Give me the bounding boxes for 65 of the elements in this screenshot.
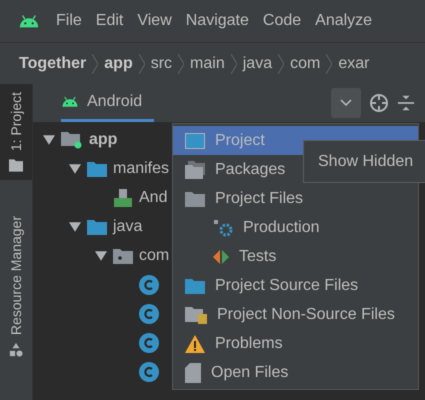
expanded-arrow-icon[interactable] bbox=[95, 250, 107, 262]
tree-item-label[interactable]: And bbox=[139, 186, 168, 210]
chevron-icon bbox=[138, 54, 145, 74]
folder-icon bbox=[9, 159, 23, 172]
tree-item-label[interactable]: com bbox=[139, 244, 170, 268]
shapes-icon bbox=[9, 343, 23, 358]
warning-icon bbox=[185, 334, 205, 352]
view-menu-item[interactable]: Production bbox=[173, 213, 418, 242]
chevron-icon bbox=[230, 54, 237, 74]
menu-item[interactable]: View bbox=[137, 9, 172, 33]
window-icon bbox=[185, 132, 205, 148]
folder-document-icon bbox=[185, 306, 207, 324]
chevron-icon bbox=[178, 54, 184, 74]
gear-icon bbox=[213, 218, 233, 236]
breadcrumb-item[interactable]: com bbox=[290, 52, 320, 76]
menu-item[interactable]: Edit bbox=[96, 9, 124, 33]
menu-item[interactable]: File bbox=[56, 9, 82, 33]
tooltip: Show Hidden bbox=[303, 140, 425, 183]
module-folder-icon bbox=[61, 130, 83, 148]
tree-item-label[interactable]: java bbox=[113, 214, 142, 238]
collapse-all-icon[interactable] bbox=[397, 94, 415, 112]
view-menu-item[interactable]: Project Source Files bbox=[173, 271, 418, 300]
menu-item[interactable]: Navigate bbox=[186, 9, 249, 33]
test-arrows-icon bbox=[213, 250, 229, 264]
android-icon bbox=[61, 96, 79, 107]
view-menu-item[interactable]: Problems bbox=[173, 329, 418, 358]
chevron-icon bbox=[278, 54, 284, 74]
class-icon bbox=[139, 332, 159, 352]
folders-icon bbox=[185, 160, 205, 178]
chevron-icon bbox=[92, 54, 98, 74]
expanded-arrow-icon[interactable] bbox=[43, 134, 55, 146]
chevron-down-icon bbox=[340, 99, 352, 107]
android-icon bbox=[18, 14, 40, 28]
class-icon bbox=[139, 304, 159, 324]
document-icon bbox=[185, 362, 201, 382]
folder-icon bbox=[185, 278, 205, 294]
breadcrumb-item[interactable]: src bbox=[150, 52, 172, 76]
expanded-arrow-icon[interactable] bbox=[69, 220, 81, 232]
tree-item-label[interactable]: manifes bbox=[113, 156, 170, 180]
menu-item[interactable]: Code bbox=[262, 9, 302, 33]
view-menu-item[interactable]: Tests bbox=[173, 242, 418, 271]
menu-item[interactable]: Analyze bbox=[315, 9, 372, 33]
dropdown-button[interactable] bbox=[331, 88, 361, 118]
breadcrumb-item[interactable]: exar bbox=[338, 52, 370, 76]
side-tab[interactable]: Resource Manager bbox=[0, 208, 32, 366]
crosshair-icon[interactable] bbox=[369, 93, 389, 113]
folder-icon bbox=[87, 160, 107, 176]
tree-item-label[interactable]: app bbox=[89, 128, 118, 152]
class-icon bbox=[139, 362, 159, 382]
chevron-icon bbox=[326, 54, 332, 74]
view-menu-item[interactable]: Project Non-Source Files bbox=[173, 300, 418, 329]
breadcrumb-item[interactable]: Together bbox=[19, 52, 86, 76]
side-tab[interactable]: 1: Project bbox=[0, 84, 32, 180]
manifest-file-icon bbox=[113, 188, 133, 206]
package-icon bbox=[113, 248, 133, 264]
breadcrumb-item[interactable]: app bbox=[104, 52, 133, 76]
expanded-arrow-icon[interactable] bbox=[69, 162, 81, 174]
folder-icon bbox=[87, 218, 107, 234]
class-icon bbox=[139, 274, 159, 294]
breadcrumb-item[interactable]: main bbox=[190, 52, 225, 76]
breadcrumb-item[interactable]: java bbox=[242, 52, 272, 76]
folder-icon bbox=[185, 190, 205, 206]
view-menu-item[interactable]: Open Files bbox=[173, 358, 418, 387]
view-menu-item[interactable]: Project Files bbox=[173, 184, 418, 213]
view-selector[interactable]: Android bbox=[61, 84, 154, 122]
